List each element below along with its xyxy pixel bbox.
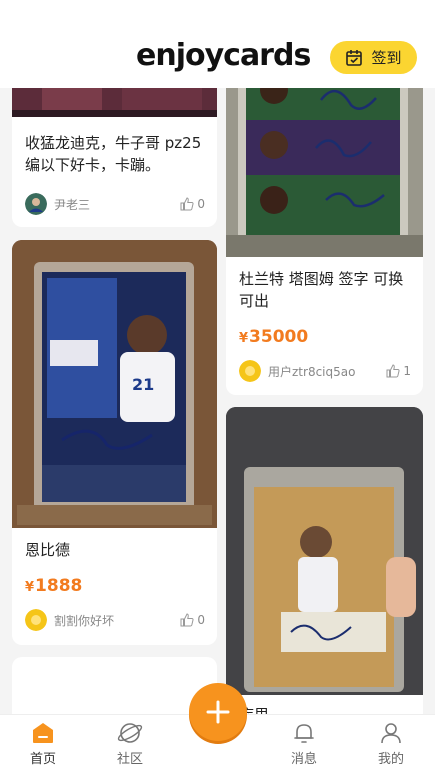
community-icon (117, 723, 143, 743)
user-avatar (239, 360, 261, 382)
like-button[interactable]: 0 (180, 197, 205, 211)
like-count: 1 (403, 364, 411, 378)
logo-text: enjoy (136, 38, 224, 73)
user-avatar (25, 609, 47, 631)
user-name: 割割你好坏 (54, 613, 115, 628)
tab-label: 首页 (29, 752, 56, 767)
checkin-label: 签到 (371, 49, 402, 67)
svg-text:21: 21 (132, 375, 154, 394)
app-header: enjoycards 签到 (0, 0, 435, 88)
tab-messages[interactable]: 消息 (274, 721, 334, 767)
card-image: 21 (12, 240, 217, 528)
tab-label: 我的 (377, 752, 404, 767)
thumbs-up-icon (180, 197, 194, 211)
card-price: ¥1888 (25, 576, 82, 596)
tab-home[interactable]: 首页 (13, 721, 73, 767)
card-user[interactable]: 用户ztr8ciq5ao (239, 360, 355, 382)
card-image (226, 60, 423, 257)
card-title: 杜兰特 塔图姆 签字 可换可出 (239, 270, 404, 310)
tab-label: 消息 (290, 752, 317, 767)
card-title: 恩比德 (25, 541, 71, 559)
like-button[interactable]: 1 (386, 364, 411, 378)
user-avatar (25, 193, 47, 215)
card-user[interactable]: 尹老三 (25, 193, 90, 215)
currency-symbol: ¥ (239, 331, 249, 346)
plus-icon (206, 700, 230, 724)
user-name: 用户ztr8ciq5ao (268, 364, 356, 379)
profile-icon (381, 723, 401, 744)
tab-label: 社区 (116, 752, 143, 767)
app-logo: enjoycards (136, 36, 311, 82)
feed-card[interactable]: 库里 (226, 407, 423, 747)
price-value: 35000 (249, 327, 309, 347)
tab-profile[interactable]: 我的 (361, 721, 421, 767)
like-button[interactable]: 0 (180, 613, 205, 627)
thumbs-up-icon (180, 613, 194, 627)
logo-text-suffix: cards (223, 38, 311, 73)
tab-community[interactable]: 社区 (100, 721, 160, 767)
checkin-button[interactable]: 签到 (330, 41, 417, 74)
card-price: ¥35000 (239, 327, 308, 347)
card-image (226, 407, 423, 695)
card-title: 收猛龙迪克，牛子哥 pz25 编以下好卡，卡蹦。 (25, 134, 202, 174)
calendar-check-icon (346, 49, 363, 66)
app-screen: 收猛龙迪克，牛子哥 pz25 编以下好卡，卡蹦。 尹老三 0 21 恩比德 ¥1… (0, 0, 435, 775)
user-name: 尹老三 (54, 197, 91, 212)
publish-button[interactable] (189, 683, 247, 741)
home-icon (33, 723, 53, 743)
like-count: 0 (197, 613, 205, 627)
feed-card[interactable]: 杜兰特 塔图姆 签字 可换可出 ¥35000 用户ztr8ciq5ao 1 (226, 60, 423, 395)
price-value: 1888 (35, 576, 83, 596)
feed-card[interactable]: 21 恩比德 ¥1888 割割你好坏 0 (12, 240, 217, 645)
bell-icon (294, 724, 314, 743)
feed[interactable]: 收猛龙迪克，牛子哥 pz25 编以下好卡，卡蹦。 尹老三 0 21 恩比德 ¥1… (0, 0, 435, 775)
like-count: 0 (197, 197, 205, 211)
thumbs-up-icon (386, 364, 400, 378)
currency-symbol: ¥ (25, 580, 35, 595)
card-user[interactable]: 割割你好坏 (25, 609, 114, 631)
